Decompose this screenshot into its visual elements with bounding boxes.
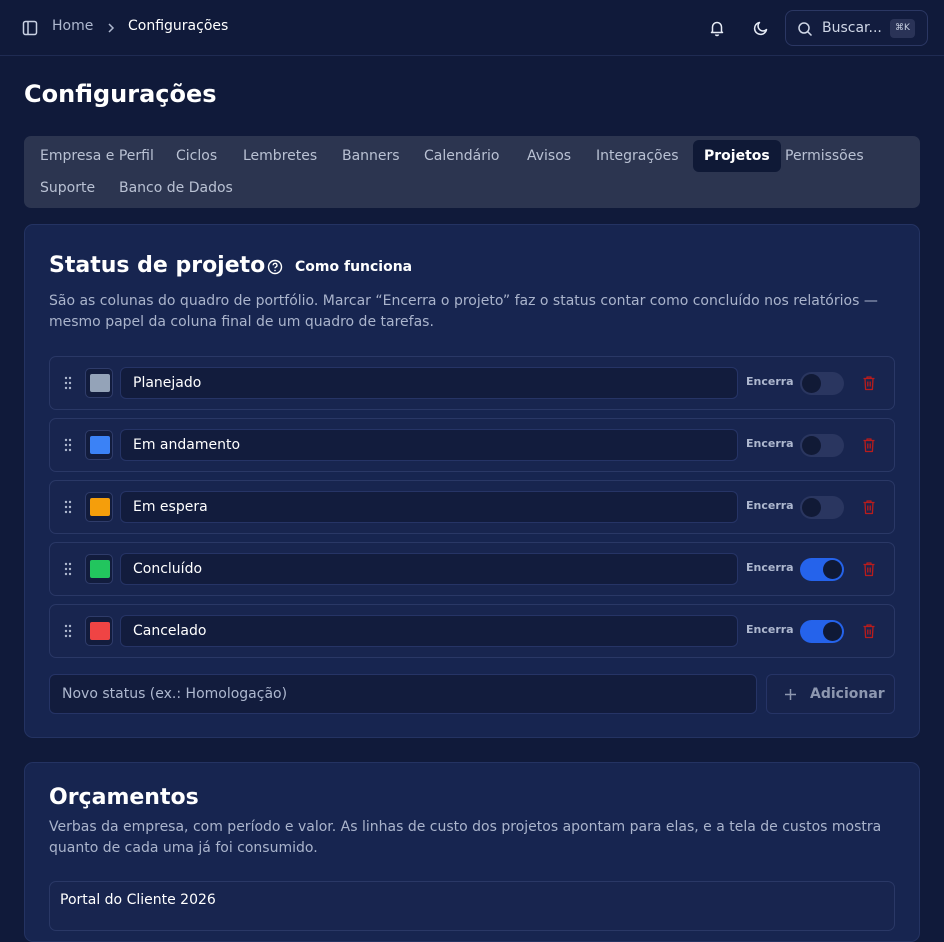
status-section-title: Status de projeto: [49, 253, 266, 278]
trash-icon[interactable]: [862, 561, 876, 577]
color-swatch: [90, 560, 110, 578]
toggle-knob: [802, 436, 821, 455]
add-button-label: Adicionar: [810, 686, 885, 702]
settings-tabs: Empresa e Perfil Ciclos Lembretes Banner…: [24, 136, 920, 208]
tab-avisos[interactable]: Avisos: [516, 140, 582, 172]
closes-project-toggle[interactable]: [800, 496, 844, 519]
status-name-input[interactable]: Planejado: [120, 367, 738, 399]
color-picker[interactable]: [85, 554, 113, 584]
closes-project-toggle[interactable]: [800, 434, 844, 457]
tab-integracoes[interactable]: Integrações: [585, 140, 690, 172]
breadcrumb-home[interactable]: Home: [52, 18, 93, 34]
tab-projetos[interactable]: Projetos: [693, 140, 781, 172]
drag-handle-icon[interactable]: [64, 376, 72, 390]
trash-icon[interactable]: [862, 623, 876, 639]
bell-icon[interactable]: [708, 19, 726, 37]
top-bar: Home Configurações Buscar... ⌘K: [0, 0, 944, 56]
toggle-knob: [823, 622, 842, 641]
toggle-knob: [802, 374, 821, 393]
sidebar-toggle-icon[interactable]: [22, 20, 38, 36]
chevron-right-icon: [108, 23, 115, 33]
status-name-input[interactable]: Em andamento: [120, 429, 738, 461]
tab-permissoes[interactable]: Permissões: [774, 140, 875, 172]
status-row: Em espera Encerra: [49, 480, 895, 534]
new-status-input[interactable]: Novo status (ex.: Homologação): [49, 674, 757, 714]
help-circle-icon[interactable]: [267, 259, 283, 275]
status-row: Concluído Encerra: [49, 542, 895, 596]
budget-section-title: Orçamentos: [49, 785, 199, 810]
tab-lembretes[interactable]: Lembretes: [232, 140, 328, 172]
tab-calendario[interactable]: Calendário: [413, 140, 510, 172]
trash-icon[interactable]: [862, 499, 876, 515]
tab-banners[interactable]: Banners: [331, 140, 411, 172]
status-name-input[interactable]: Em espera: [120, 491, 738, 523]
how-it-works-link[interactable]: Como funciona: [295, 259, 412, 275]
tab-banco-de-dados[interactable]: Banco de Dados: [108, 172, 244, 204]
closes-project-label: Encerra: [746, 499, 794, 512]
budget-section-description: Verbas da empresa, com período e valor. …: [49, 819, 882, 856]
shortcut-badge: ⌘K: [890, 19, 915, 38]
status-name-input[interactable]: Cancelado: [120, 615, 738, 647]
toggle-knob: [802, 498, 821, 517]
drag-handle-icon[interactable]: [64, 438, 72, 452]
tab-ciclos[interactable]: Ciclos: [165, 140, 228, 172]
tab-empresa-perfil[interactable]: Empresa e Perfil: [29, 140, 165, 172]
status-row: Em andamento Encerra: [49, 418, 895, 472]
closes-project-toggle[interactable]: [800, 558, 844, 581]
color-picker[interactable]: [85, 368, 113, 398]
closes-project-toggle[interactable]: [800, 620, 844, 643]
status-section-description: São as colunas do quadro de portfólio. M…: [49, 293, 878, 330]
toggle-knob: [823, 560, 842, 579]
search-icon: [798, 22, 813, 37]
budget-name: Portal do Cliente 2026: [60, 892, 216, 908]
add-status-button[interactable]: Adicionar: [766, 674, 895, 714]
color-swatch: [90, 374, 110, 392]
drag-handle-icon[interactable]: [64, 500, 72, 514]
search-button[interactable]: Buscar... ⌘K: [785, 10, 928, 46]
status-row: Planejado Encerra: [49, 356, 895, 410]
trash-icon[interactable]: [862, 437, 876, 453]
drag-handle-icon[interactable]: [64, 562, 72, 576]
drag-handle-icon[interactable]: [64, 624, 72, 638]
color-swatch: [90, 622, 110, 640]
color-swatch: [90, 498, 110, 516]
status-name-input[interactable]: Concluído: [120, 553, 738, 585]
tab-suporte[interactable]: Suporte: [29, 172, 106, 204]
color-swatch: [90, 436, 110, 454]
search-label: Buscar...: [822, 20, 882, 36]
trash-icon[interactable]: [862, 375, 876, 391]
status-row: Cancelado Encerra: [49, 604, 895, 658]
budget-row[interactable]: Portal do Cliente 2026: [49, 881, 895, 931]
breadcrumb-current: Configurações: [128, 18, 229, 34]
budget-card: Orçamentos Verbas da empresa, com períod…: [24, 762, 920, 942]
status-card: Status de projeto Como funciona São as c…: [24, 224, 920, 738]
color-picker[interactable]: [85, 430, 113, 460]
page-title: Configurações: [24, 80, 217, 108]
closes-project-label: Encerra: [746, 437, 794, 450]
closes-project-label: Encerra: [746, 375, 794, 388]
color-picker[interactable]: [85, 616, 113, 646]
closes-project-toggle[interactable]: [800, 372, 844, 395]
plus-icon: [785, 689, 796, 700]
color-picker[interactable]: [85, 492, 113, 522]
closes-project-label: Encerra: [746, 561, 794, 574]
closes-project-label: Encerra: [746, 623, 794, 636]
moon-icon[interactable]: [752, 19, 770, 37]
